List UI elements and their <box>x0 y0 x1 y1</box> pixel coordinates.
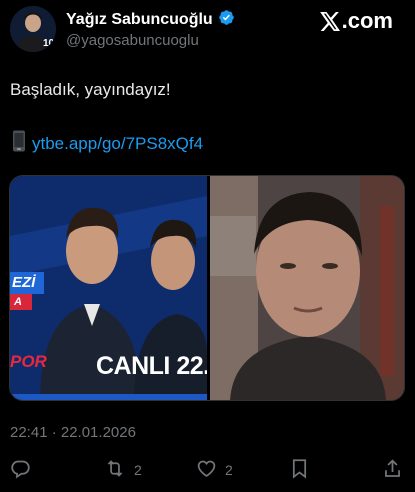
reply-button[interactable] <box>10 458 39 482</box>
avatar-number: 10 <box>43 38 55 49</box>
avatar[interactable]: 10 <box>10 6 56 52</box>
x-icon <box>319 11 340 31</box>
heart-icon <box>196 458 217 482</box>
retweet-count: 2 <box>134 462 142 478</box>
like-button[interactable]: 2 <box>196 458 233 482</box>
retweet-icon <box>104 458 126 482</box>
tweet-timestamp[interactable]: 22:41 · 22.01.2026 <box>10 424 136 441</box>
author-display-name[interactable]: Yağız Sabuncuoğlu <box>66 11 213 29</box>
x-logo[interactable]: .com <box>319 8 393 34</box>
media-image-broadcast[interactable]: EZİ A POR CANLI 22.3 <box>10 176 207 400</box>
avatar-image: 10 <box>10 6 56 52</box>
selfie-photo <box>210 176 404 400</box>
author-block: Yağız Sabuncuoğlu @yagosabuncuoglu <box>66 10 235 49</box>
author-handle[interactable]: @yagosabuncuoglu <box>66 32 235 49</box>
media-image-selfie[interactable] <box>210 176 404 400</box>
broadcast-bar <box>10 394 207 400</box>
live-label: CANLI 22.3 <box>96 352 207 380</box>
tweet-text: Başladık, yayındayız! <box>10 80 171 99</box>
x-brand-label: .com <box>341 8 393 33</box>
share-button[interactable] <box>383 458 402 482</box>
verified-badge-icon <box>218 9 235 31</box>
channel-tag-secondary: A <box>10 294 32 310</box>
bookmark-icon <box>290 458 309 482</box>
like-count: 2 <box>225 462 233 478</box>
spor-tag: POR <box>10 352 47 371</box>
media-grid[interactable]: EZİ A POR CANLI 22.3 <box>9 175 405 401</box>
tweet-actions: 2 2 <box>0 458 415 482</box>
channel-tag: EZİ <box>10 272 44 294</box>
retweet-button[interactable]: 2 <box>104 458 142 482</box>
bookmark-button[interactable] <box>290 458 309 482</box>
reply-icon <box>10 458 31 482</box>
share-icon <box>383 458 402 482</box>
mobile-phone-icon <box>10 130 28 157</box>
tweet-link-row: ytbe.app/go/7PS8xQf4 <box>10 130 203 157</box>
tweet-link[interactable]: ytbe.app/go/7PS8xQf4 <box>32 134 203 154</box>
